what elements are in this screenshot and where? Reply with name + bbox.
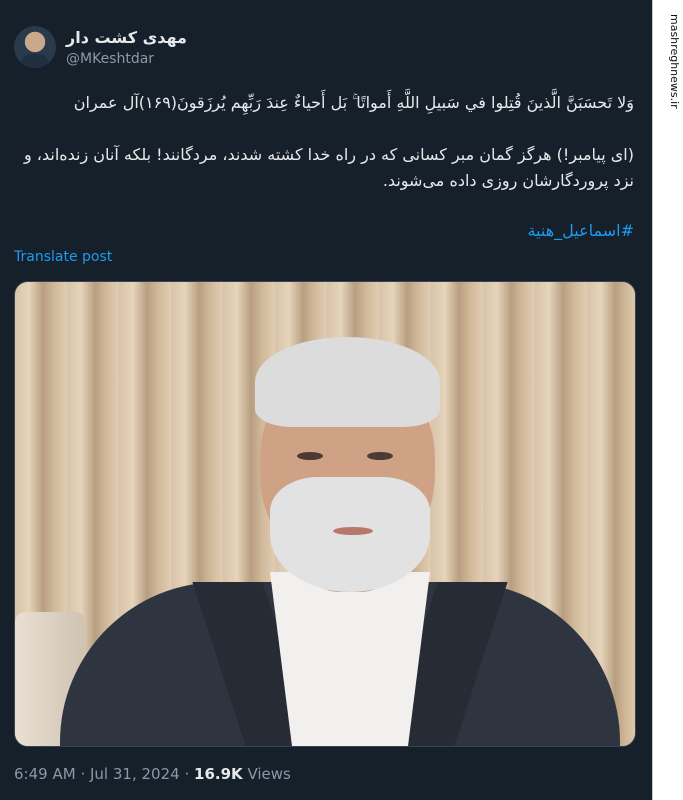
- watermark-text: mashreghnews.ir: [668, 14, 681, 109]
- tweet-text: وَلا تَحسَبَنَّ الَّذينَ قُتِلوا في سَبي…: [14, 90, 634, 244]
- tweet-card: مهدی کشت دار @MKeshtdar وَلا تَحسَبَنَّ …: [0, 0, 652, 800]
- tweet-arabic-verse: وَلا تَحسَبَنَّ الَّذينَ قُتِلوا في سَبي…: [73, 93, 634, 112]
- tweet-date[interactable]: Jul 31, 2024: [90, 765, 180, 783]
- views-label: Views: [247, 765, 291, 783]
- photo-eye-left: [297, 452, 323, 460]
- photo-mouth: [333, 527, 373, 535]
- author-display-name[interactable]: مهدی کشت دار: [66, 28, 187, 47]
- tweet-persian-translation: (ای پیامبر!) هرگز گمان مبر کسانی که در ر…: [23, 145, 634, 190]
- hashtag-link[interactable]: #اسماعیل_هنیة: [14, 218, 634, 244]
- tweet-time[interactable]: 6:49 AM: [14, 765, 76, 783]
- watermark-sidebar: mashreghnews.ir: [652, 0, 683, 800]
- translate-post-link[interactable]: Translate post: [14, 249, 112, 265]
- tweet-meta: 6:49 AM · Jul 31, 2024 · 16.9K Views: [14, 765, 291, 783]
- avatar-figure: [20, 54, 50, 68]
- photo-hair: [255, 337, 440, 427]
- views-count: 16.9K: [194, 765, 243, 783]
- meta-separator-2: ·: [184, 765, 190, 783]
- photo-shirt: [270, 572, 430, 746]
- meta-separator: ·: [80, 765, 86, 783]
- photo-eye-right: [367, 452, 393, 460]
- tweet-photo[interactable]: [14, 281, 636, 747]
- avatar[interactable]: [14, 26, 56, 68]
- author-handle[interactable]: @MKeshtdar: [66, 51, 154, 67]
